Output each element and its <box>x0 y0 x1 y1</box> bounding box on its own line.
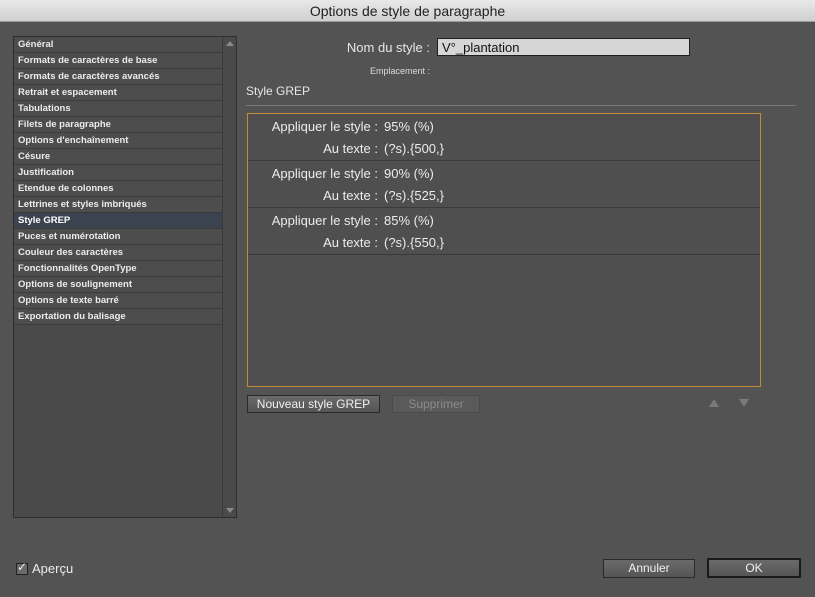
grep-text-label: Au texte : <box>323 188 378 203</box>
grep-rules-list[interactable]: Appliquer le style : 95% (%) Au texte : … <box>247 113 761 387</box>
sidebar-item-span-columns[interactable]: Etendue de colonnes <box>14 181 223 197</box>
grep-apply-value[interactable]: 90% (%) <box>384 166 434 181</box>
cancel-button[interactable]: Annuler <box>603 559 695 578</box>
location-label: Emplacement : <box>369 66 430 76</box>
grep-apply-label: Appliquer le style : <box>271 213 378 228</box>
window-title: Options de style de paragraphe <box>0 0 815 22</box>
scroll-up-icon[interactable] <box>226 41 234 46</box>
grep-text-value[interactable]: (?s).{525,} <box>384 188 444 203</box>
sidebar-item-underline-options[interactable]: Options de soulignement <box>14 277 223 293</box>
sidebar-item-justification[interactable]: Justification <box>14 165 223 181</box>
sidebar-item-tabs[interactable]: Tabulations <box>14 101 223 117</box>
sidebar-item-grep-style[interactable]: Style GREP <box>14 213 223 229</box>
section-divider <box>246 105 796 106</box>
preview-checkbox[interactable]: ✓ Aperçu <box>16 559 74 576</box>
grep-text-value[interactable]: (?s).{500,} <box>384 141 444 156</box>
checkmark-icon: ✓ <box>17 559 28 574</box>
sidebar-item-export-tagging[interactable]: Exportation du balisage <box>14 309 223 325</box>
sidebar-item-drop-caps-nested[interactable]: Lettrines et styles imbriqués <box>14 197 223 213</box>
grep-text-value[interactable]: (?s).{550,} <box>384 235 444 250</box>
grep-apply-label: Appliquer le style : <box>271 166 378 181</box>
preview-label: Aperçu <box>32 561 74 576</box>
move-up-icon[interactable] <box>709 399 719 407</box>
sidebar-item-basic-character-formats[interactable]: Formats de caractères de base <box>14 53 223 69</box>
grep-rule[interactable]: Appliquer le style : 85% (%) Au texte : … <box>248 208 760 255</box>
category-list-items: Général Formats de caractères de base Fo… <box>14 37 223 325</box>
move-down-icon[interactable] <box>739 399 749 407</box>
style-name-label: Nom du style : <box>346 40 430 55</box>
sidebar-item-paragraph-rules[interactable]: Filets de paragraphe <box>14 117 223 133</box>
sidebar-item-hyphenation[interactable]: Césure <box>14 149 223 165</box>
category-list[interactable]: Général Formats de caractères de base Fo… <box>13 36 237 518</box>
grep-apply-value[interactable]: 95% (%) <box>384 119 434 134</box>
section-title: Style GREP <box>246 84 311 98</box>
grep-text-label: Au texte : <box>323 141 378 156</box>
sidebar-item-character-color[interactable]: Couleur des caractères <box>14 245 223 261</box>
sidebar-item-advanced-character-formats[interactable]: Formats de caractères avancés <box>14 69 223 85</box>
style-name-input[interactable] <box>437 38 690 56</box>
grep-apply-value[interactable]: 85% (%) <box>384 213 434 228</box>
sidebar-item-bullets-numbering[interactable]: Puces et numérotation <box>14 229 223 245</box>
sidebar-scrollbar[interactable] <box>222 37 236 517</box>
new-grep-style-button[interactable]: Nouveau style GREP <box>247 395 380 413</box>
sidebar-item-strikethrough-options[interactable]: Options de texte barré <box>14 293 223 309</box>
grep-rule[interactable]: Appliquer le style : 95% (%) Au texte : … <box>248 114 760 161</box>
scroll-down-icon[interactable] <box>226 508 234 513</box>
sidebar-item-general[interactable]: Général <box>14 37 223 53</box>
grep-text-label: Au texte : <box>323 235 378 250</box>
grep-apply-label: Appliquer le style : <box>271 119 378 134</box>
checkbox[interactable]: ✓ <box>16 559 28 575</box>
delete-button[interactable]: Supprimer <box>392 395 480 413</box>
sidebar-item-indents-spacing[interactable]: Retrait et espacement <box>14 85 223 101</box>
sidebar-item-opentype[interactable]: Fonctionnalités OpenType <box>14 261 223 277</box>
sidebar-item-keep-options[interactable]: Options d'enchaînement <box>14 133 223 149</box>
ok-button[interactable]: OK <box>707 558 801 578</box>
grep-rule[interactable]: Appliquer le style : 90% (%) Au texte : … <box>248 161 760 208</box>
